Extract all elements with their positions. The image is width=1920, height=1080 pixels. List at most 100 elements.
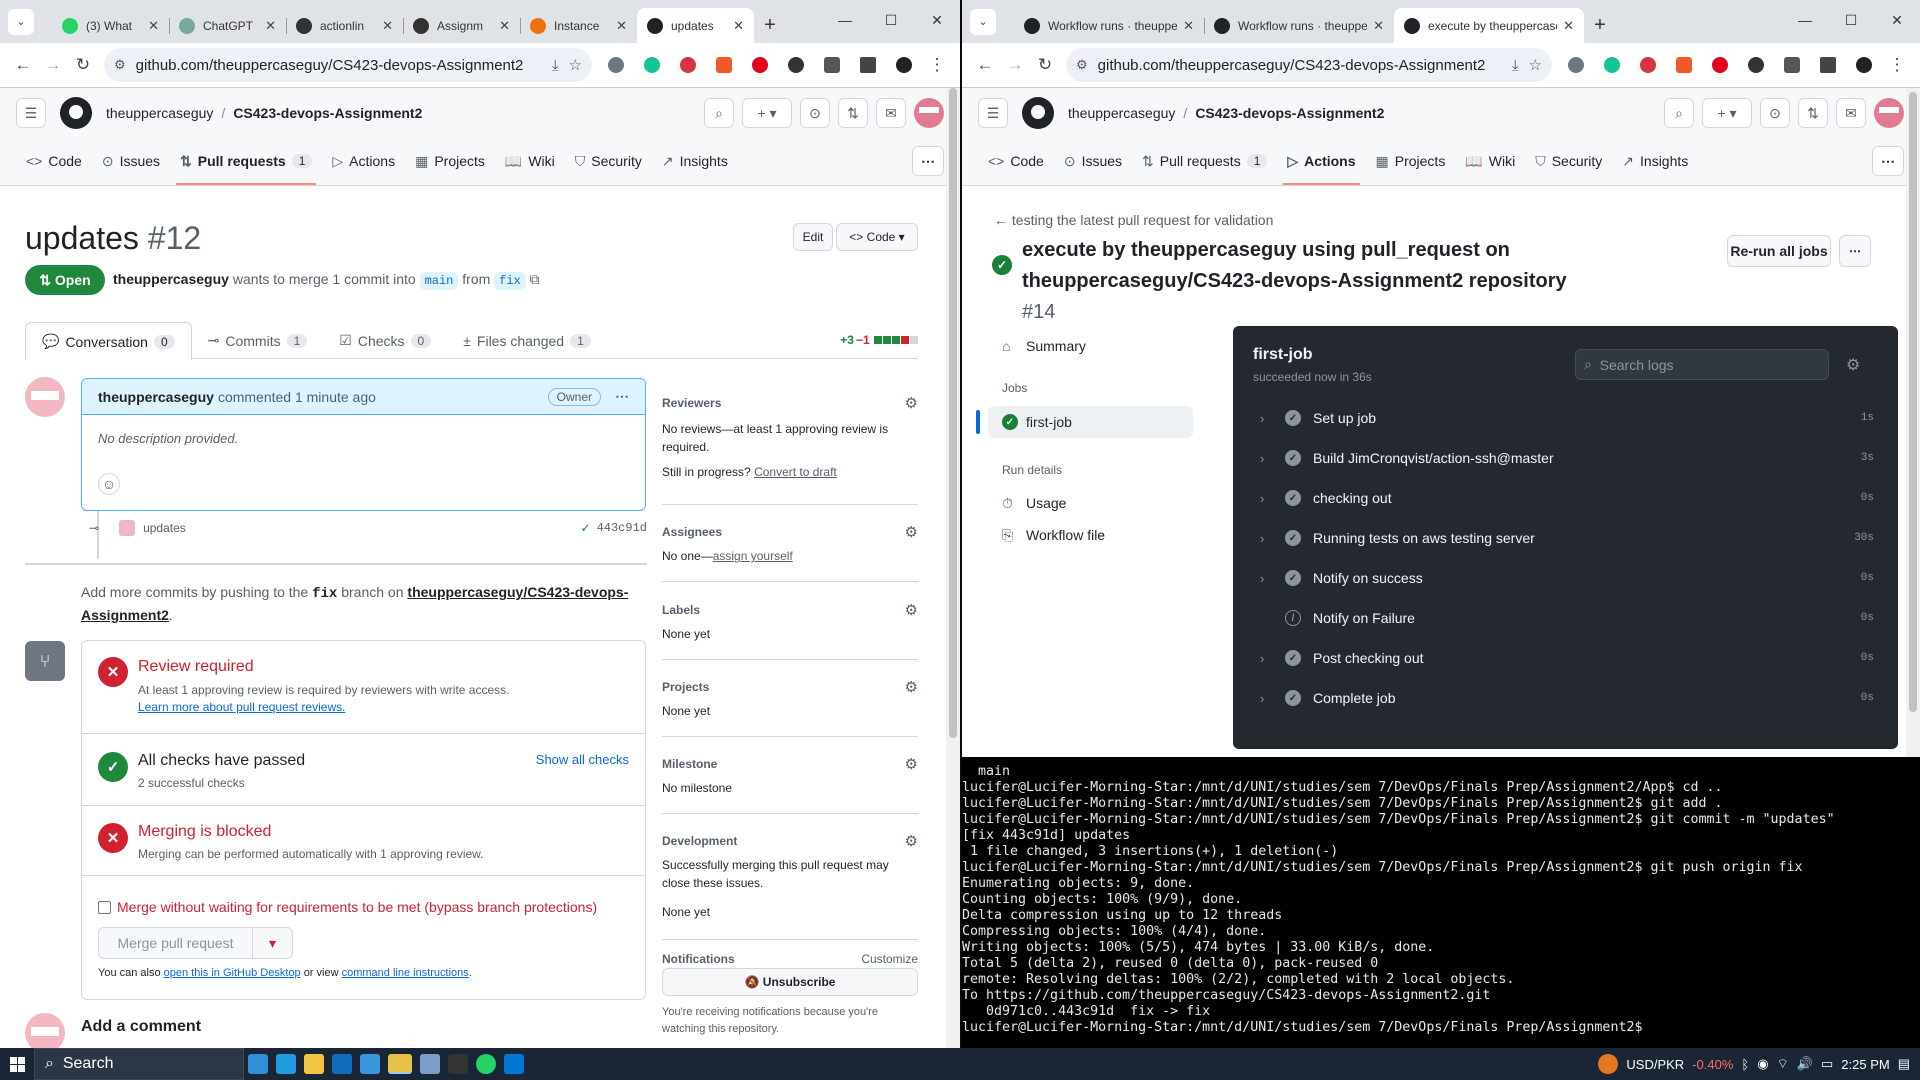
job-label[interactable]: first-job: [1026, 414, 1072, 430]
store-icon[interactable]: [332, 1054, 352, 1074]
extension-icon[interactable]: [1748, 57, 1764, 73]
ticker-label[interactable]: USD/PKR: [1626, 1057, 1684, 1072]
base-branch[interactable]: main: [419, 272, 459, 290]
avatar[interactable]: [25, 1013, 65, 1048]
opera-icon[interactable]: [1712, 57, 1728, 73]
page-scrollbar[interactable]: [1906, 88, 1920, 757]
close-tab-icon[interactable]: ✕: [499, 18, 510, 34]
gear-icon[interactable]: ⚙: [905, 678, 918, 696]
labels-heading[interactable]: Labels: [662, 603, 700, 617]
battery-icon[interactable]: ▭: [1821, 1056, 1833, 1072]
chevron-right-icon[interactable]: ›: [1260, 411, 1264, 426]
chevron-right-icon[interactable]: ›: [1260, 571, 1264, 586]
create-new-icon[interactable]: + ▾: [742, 98, 792, 128]
extension-icon[interactable]: [1568, 57, 1584, 73]
browser-tab[interactable]: execute by theuppercaseguy u ✕: [1394, 8, 1584, 43]
log-step[interactable]: › ✓ Complete job 0s: [1233, 678, 1898, 718]
ticker-change[interactable]: -0.40%: [1692, 1057, 1733, 1072]
github-desktop-link[interactable]: open this in GitHub Desktop: [164, 967, 301, 979]
close-tab-icon[interactable]: ✕: [265, 18, 276, 34]
url-text[interactable]: github.com/theuppercaseguy/CS423-devops-…: [136, 57, 542, 74]
pull-requests-icon[interactable]: ⇅: [838, 98, 868, 128]
extension-icon[interactable]: [1676, 57, 1692, 73]
tab-conversation[interactable]: 💬 Conversation 0: [25, 322, 192, 360]
log-step[interactable]: › ✓ Build JimCronqvist/action-ssh@master 3s: [1233, 438, 1898, 478]
summary-link[interactable]: ⌂ Summary: [988, 330, 1193, 362]
browser-tab[interactable]: Workflow runs · theuppercase ✕: [1204, 8, 1394, 43]
back-link[interactable]: ← testing the latest pull request for va…: [994, 212, 1273, 228]
tab-search-button[interactable]: ⌄: [8, 9, 34, 35]
merge-button[interactable]: Merge pull request ▾: [98, 927, 293, 959]
chevron-right-icon[interactable]: ›: [1260, 691, 1264, 706]
browser-tab[interactable]: (3) What ✕: [52, 8, 169, 43]
browser-tab[interactable]: Workflow runs · theuppercase ✕: [1014, 8, 1204, 43]
close-tab-icon[interactable]: ✕: [148, 18, 159, 34]
check-icon[interactable]: ✓: [581, 521, 591, 535]
log-step[interactable]: › ✓ Post checking out 0s: [1233, 638, 1898, 678]
vscode-icon[interactable]: [504, 1054, 524, 1074]
show-all-checks-link[interactable]: Show all checks: [536, 752, 629, 767]
install-icon[interactable]: ⤓: [552, 57, 559, 74]
nav-projects[interactable]: ▦ Projects: [1366, 137, 1456, 185]
usage-label[interactable]: Usage: [1026, 495, 1066, 511]
close-tab-icon[interactable]: ✕: [616, 18, 627, 34]
nav-security[interactable]: ⛉ Security: [1525, 137, 1612, 185]
terminal-icon[interactable]: [448, 1054, 468, 1074]
summary-label[interactable]: Summary: [1026, 338, 1086, 354]
reload-icon[interactable]: ↻: [1030, 50, 1060, 80]
close-tab-icon[interactable]: ✕: [1373, 18, 1384, 34]
workflow-file-label[interactable]: Workflow file: [1026, 527, 1105, 543]
nav-wiki[interactable]: 📖 Wiki: [1455, 137, 1525, 185]
commit-message[interactable]: updates: [143, 521, 186, 535]
gear-icon[interactable]: ⚙: [905, 601, 918, 619]
minimize-icon[interactable]: —: [822, 0, 868, 40]
nav-code[interactable]: <> Code: [978, 137, 1054, 185]
gear-icon[interactable]: ⚙: [905, 832, 918, 850]
minimize-icon[interactable]: —: [1782, 0, 1828, 40]
file-explorer-icon[interactable]: [304, 1054, 324, 1074]
code-button[interactable]: <> Code ▾: [836, 223, 918, 251]
address-bar[interactable]: ⚙ github.com/theuppercaseguy/CS423-devop…: [104, 48, 592, 82]
nav-issues[interactable]: ⊙ Issues: [92, 137, 170, 185]
repo-link[interactable]: CS423-devops-Assignment2: [1195, 105, 1384, 121]
chevron-right-icon[interactable]: ›: [1260, 651, 1264, 666]
nav-pull-requests[interactable]: ⇅ Pull requests 1: [170, 137, 322, 185]
whatsapp-icon[interactable]: [476, 1054, 496, 1074]
more-icon[interactable]: ⋯: [1872, 146, 1904, 176]
close-tab-icon[interactable]: ✕: [733, 18, 744, 34]
new-tab-button[interactable]: +: [1584, 8, 1616, 43]
grammarly-icon[interactable]: [1604, 57, 1620, 73]
nav-wiki[interactable]: 📖 Wiki: [495, 137, 565, 185]
gear-icon[interactable]: ⚙: [1846, 355, 1860, 375]
search-logs-input[interactable]: ⌕ Search logs: [1575, 349, 1829, 380]
inbox-icon[interactable]: ✉: [1836, 98, 1866, 128]
comment-menu-icon[interactable]: ⋯: [615, 388, 629, 405]
create-new-icon[interactable]: + ▾: [1702, 98, 1752, 128]
log-step[interactable]: / Notify on Failure 0s: [1233, 598, 1898, 638]
menu-kebab-icon[interactable]: ⋮: [1882, 50, 1912, 80]
url-text[interactable]: github.com/theuppercaseguy/CS423-devops-…: [1098, 57, 1502, 74]
nav-code[interactable]: <> Code: [16, 137, 92, 185]
avatar[interactable]: [25, 377, 65, 417]
back-icon[interactable]: ←: [8, 50, 38, 80]
chrome-icon[interactable]: [388, 1054, 412, 1074]
bluetooth-icon[interactable]: ᛒ: [1741, 1057, 1749, 1072]
back-icon[interactable]: ←: [970, 50, 1000, 80]
address-bar[interactable]: ⚙ github.com/theuppercaseguy/CS423-devop…: [1066, 48, 1552, 82]
tab-checks[interactable]: ☑ Checks 0: [323, 322, 447, 359]
avatar[interactable]: [1874, 98, 1904, 128]
log-step[interactable]: › ✓ Running tests on aws testing server 30s: [1233, 518, 1898, 558]
gear-icon[interactable]: ⚙: [905, 394, 918, 412]
page-scrollbar[interactable]: [946, 88, 960, 1048]
profile-icon[interactable]: [1856, 57, 1872, 73]
mail-icon[interactable]: [360, 1054, 380, 1074]
volume-icon[interactable]: 🔊: [1797, 1056, 1813, 1072]
merge-button-label[interactable]: Merge pull request: [99, 935, 252, 951]
rerun-all-jobs-button[interactable]: Re-run all jobs: [1727, 235, 1831, 267]
nav-actions[interactable]: ▷ Actions: [322, 137, 405, 185]
customize-link[interactable]: Customize: [861, 952, 918, 966]
reviewers-heading[interactable]: Reviewers: [662, 396, 721, 410]
close-tab-icon[interactable]: ✕: [382, 18, 393, 34]
job-link-first-job[interactable]: ✓ first-job: [976, 406, 1193, 438]
log-step[interactable]: › ✓ checking out 0s: [1233, 478, 1898, 518]
